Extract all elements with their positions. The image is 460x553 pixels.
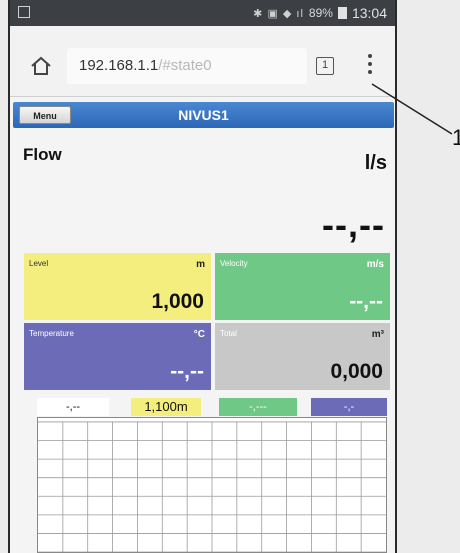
flow-unit: l/s <box>364 152 387 174</box>
total-label: Total <box>220 329 237 338</box>
temperature-unit: °C <box>193 329 205 340</box>
chart-legend: -,-- 1,100m -,--- -,- <box>37 398 387 416</box>
legend-level: 1,100m <box>131 398 201 416</box>
clock: 13:04 <box>351 5 387 21</box>
total-unit: m³ <box>371 329 384 340</box>
address-bar[interactable]: 192.168.1.1/#state0 <box>67 48 307 84</box>
tabs-icon[interactable]: 1 <box>316 57 334 75</box>
battery-icon <box>337 7 347 19</box>
url-hash: /#state0 <box>158 57 212 74</box>
total-value: 0,000 <box>330 360 383 383</box>
app-header: Menu NIVUS1 <box>13 102 394 128</box>
temperature-tile[interactable]: Temperature °C --,-- <box>24 323 211 390</box>
home-icon[interactable] <box>30 56 52 76</box>
velocity-tile[interactable]: Velocity m/s --,-- <box>215 253 390 320</box>
velocity-value: --,-- <box>349 290 383 313</box>
level-label: Level <box>29 259 49 268</box>
temperature-value: --,-- <box>170 360 204 383</box>
level-unit: m <box>196 259 205 270</box>
flow-label: Flow <box>23 145 62 164</box>
legend-temperature: -,- <box>311 398 387 416</box>
velocity-unit: m/s <box>366 259 384 270</box>
trend-chart[interactable] <box>37 417 387 553</box>
browser-toolbar: 192.168.1.1/#state0 1 <box>10 26 395 97</box>
temperature-label: Temperature <box>29 329 74 338</box>
phone-screen: ✱ ▣ ◆ ıl 89% 13:04 192.168.1.1/#state0 1… <box>8 0 397 553</box>
level-tile[interactable]: Level m 1,000 <box>24 253 211 320</box>
legend-velocity: -,--- <box>219 398 297 416</box>
callout-line <box>371 83 453 135</box>
battery-percent: 89% <box>308 6 333 20</box>
callout-number: 1 <box>452 125 460 150</box>
flow-value: --,-- <box>322 204 385 245</box>
legend-flow: -,-- <box>37 398 109 416</box>
screenshot-icon <box>18 6 30 18</box>
more-options-icon[interactable] <box>365 54 375 80</box>
signal-icons: ✱ ▣ ◆ ıl <box>253 7 304 20</box>
status-bar: ✱ ▣ ◆ ıl 89% 13:04 <box>10 0 395 26</box>
velocity-label: Velocity <box>220 259 248 268</box>
level-value: 1,000 <box>151 290 204 313</box>
app-title: NIVUS1 <box>178 107 229 123</box>
total-tile[interactable]: Total m³ 0,000 <box>215 323 390 390</box>
url-host: 192.168.1.1 <box>79 57 159 74</box>
